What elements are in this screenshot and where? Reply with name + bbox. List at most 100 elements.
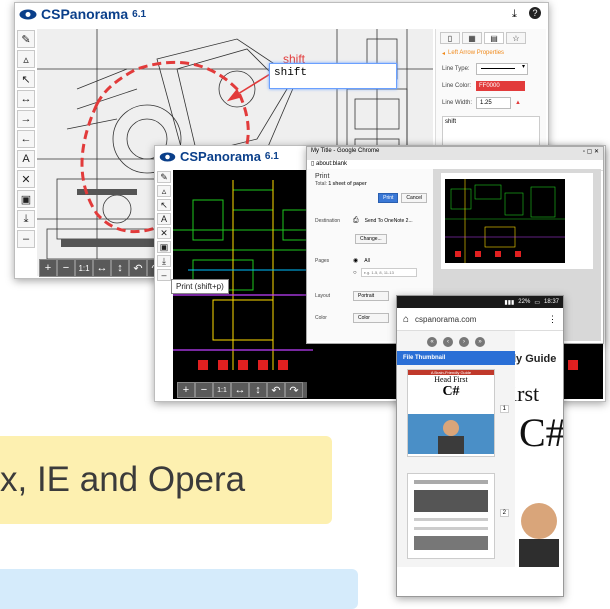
mobile-address-bar[interactable]: ⌂ cspanorama.com ⋮: [397, 308, 563, 331]
left-toolbar-2: ✎ ▵ ↖ A ✕ ▣ ⤓ –: [157, 170, 173, 282]
time-text: 18:37: [543, 299, 559, 305]
line-tool-icon[interactable]: –: [17, 230, 35, 248]
color-select[interactable]: Color: [353, 313, 389, 323]
download-tool-icon[interactable]: ⤓: [157, 255, 171, 267]
select-arrow-icon[interactable]: ↖: [157, 199, 171, 211]
fit-height-icon[interactable]: ↕: [249, 382, 267, 398]
line-width-field[interactable]: 1.25: [476, 97, 511, 109]
total-prefix: Total:: [315, 181, 329, 187]
stepper-icon[interactable]: ▲: [515, 100, 521, 106]
print-button[interactable]: Print: [378, 193, 399, 203]
layout-select[interactable]: Portrait: [353, 291, 389, 301]
double-arrow-icon[interactable]: ↔: [17, 90, 35, 108]
bottom-toolbar-2: + − 1:1 ↔ ↕ ↶ ↷: [177, 382, 307, 398]
destination-value: Send To OneNote 2...: [364, 218, 413, 224]
last-page-icon[interactable]: »: [475, 337, 485, 347]
download-tool-icon[interactable]: ⤓: [17, 210, 35, 228]
save-icon[interactable]: ▣: [157, 241, 171, 253]
layout-label: Layout: [315, 293, 331, 299]
cancel-button[interactable]: Cancel: [401, 193, 427, 203]
line-type-label: Line Type:: [442, 66, 470, 72]
chevron-down-icon: ▾: [521, 64, 525, 70]
blue-banner: [0, 569, 358, 609]
page-view-person-image: [519, 503, 559, 567]
print-title: Print: [315, 173, 330, 180]
total-value: 1 sheet of paper: [328, 181, 367, 187]
draw-pen-icon[interactable]: ✎: [17, 30, 35, 48]
right-arrow-icon[interactable]: →: [17, 110, 35, 128]
zoom-in-icon[interactable]: +: [177, 382, 195, 398]
book-subtitle: C#: [442, 384, 460, 399]
favorites-tab-icon[interactable]: ☆: [506, 32, 526, 44]
thumbnail-panel: « ‹ › » File Thumbnail A Brain-Friendly …: [397, 331, 515, 567]
page-2-thumbnail[interactable]: [407, 473, 495, 559]
pages-all-label: All: [364, 257, 370, 264]
print-tooltip: Print (shift+p): [171, 279, 229, 294]
app-logo-2: CSPanorama 6.1: [159, 149, 279, 164]
window-controls-icon[interactable]: ▫ ▢ ✕: [583, 148, 599, 159]
more-menu-icon[interactable]: ⋮: [548, 314, 557, 325]
zoom-1to1-button[interactable]: 1:1: [213, 382, 231, 398]
first-page-icon[interactable]: «: [427, 337, 437, 347]
book-cover-thumbnail[interactable]: A Brain-Friendly Guide Head First C#: [407, 369, 495, 457]
annotation-textbox[interactable]: shift: [269, 63, 397, 89]
app-name: CSPanorama: [41, 6, 129, 22]
text-tool-icon[interactable]: A: [157, 213, 171, 225]
app-name-2: CSPanorama: [180, 149, 261, 164]
line-type-select[interactable]: ▾: [476, 63, 528, 75]
fit-width-icon[interactable]: ↔: [93, 259, 111, 277]
prev-page-icon[interactable]: ‹: [443, 337, 453, 347]
delete-icon[interactable]: ✕: [17, 170, 35, 188]
shapes-icon[interactable]: ▵: [17, 50, 35, 68]
battery-text: 22%: [518, 299, 531, 305]
page-number-2: 2: [499, 509, 509, 517]
page-tab-icon[interactable]: ▯: [440, 32, 460, 44]
zoom-1to1-button[interactable]: 1:1: [75, 259, 93, 277]
rotate-right-icon[interactable]: ↷: [285, 382, 303, 398]
properties-tab-icon[interactable]: ▤: [484, 32, 504, 44]
pages-range-input[interactable]: [360, 268, 417, 277]
shapes-icon[interactable]: ▵: [157, 185, 171, 197]
app-logo: CSPanorama 6.1: [19, 6, 146, 22]
save-icon[interactable]: ▣: [17, 190, 35, 208]
book-title: Head First: [434, 375, 468, 384]
printer-icon: ⎙: [353, 217, 359, 224]
rotate-left-icon[interactable]: ↶: [267, 382, 285, 398]
next-page-icon[interactable]: ›: [459, 337, 469, 347]
app-version: 6.1: [132, 8, 147, 20]
help-icon[interactable]: ?: [529, 7, 541, 19]
thumbnails-tab-icon[interactable]: ▦: [462, 32, 482, 44]
fit-width-icon[interactable]: ↔: [231, 382, 249, 398]
mobile-url: cspanorama.com: [415, 314, 477, 324]
zoom-out-icon[interactable]: −: [57, 259, 75, 277]
battery-icon: ▭: [534, 299, 540, 306]
left-toolbar: ✎ ▵ ↖ ↔ → ← A ✕ ▣ ⤓ –: [17, 29, 37, 249]
line-width-label: Line Width:: [442, 100, 473, 106]
eye-logo-icon: [19, 9, 37, 19]
yellow-banner: x, IE and Opera: [0, 436, 332, 524]
zoom-in-icon[interactable]: +: [39, 259, 57, 277]
download-icon[interactable]: ⤓: [512, 8, 517, 21]
line-tool-icon[interactable]: –: [157, 269, 171, 281]
collapse-icon[interactable]: ◂: [442, 50, 445, 57]
draw-pen-icon[interactable]: ✎: [157, 171, 171, 183]
delete-icon[interactable]: ✕: [157, 227, 171, 239]
signal-icon: ▮▮▮: [504, 299, 515, 306]
home-icon[interactable]: ⌂: [403, 314, 409, 325]
chrome-titlebar: My Title - Google Chrome ▫ ▢ ✕: [307, 147, 603, 160]
left-arrow-icon[interactable]: ←: [17, 130, 35, 148]
line-color-field[interactable]: FF0000: [476, 81, 525, 91]
change-button[interactable]: Change...: [355, 234, 387, 244]
pages-range-radio[interactable]: ○: [353, 270, 357, 276]
thumbnail-panel-title: File Thumbnail: [397, 351, 515, 365]
destination-label: Destination: [315, 218, 341, 224]
select-arrow-icon[interactable]: ↖: [17, 70, 35, 88]
page-number-1: 1: [499, 405, 509, 413]
text-tool-icon[interactable]: A: [17, 150, 35, 168]
zoom-out-icon[interactable]: −: [195, 382, 213, 398]
eye-logo-icon: [159, 151, 176, 162]
rotate-left-icon[interactable]: ↶: [129, 259, 147, 277]
fit-height-icon[interactable]: ↕: [111, 259, 129, 277]
pages-all-radio[interactable]: ◉: [353, 257, 358, 264]
page-view-guide: ly Guide: [515, 353, 557, 365]
